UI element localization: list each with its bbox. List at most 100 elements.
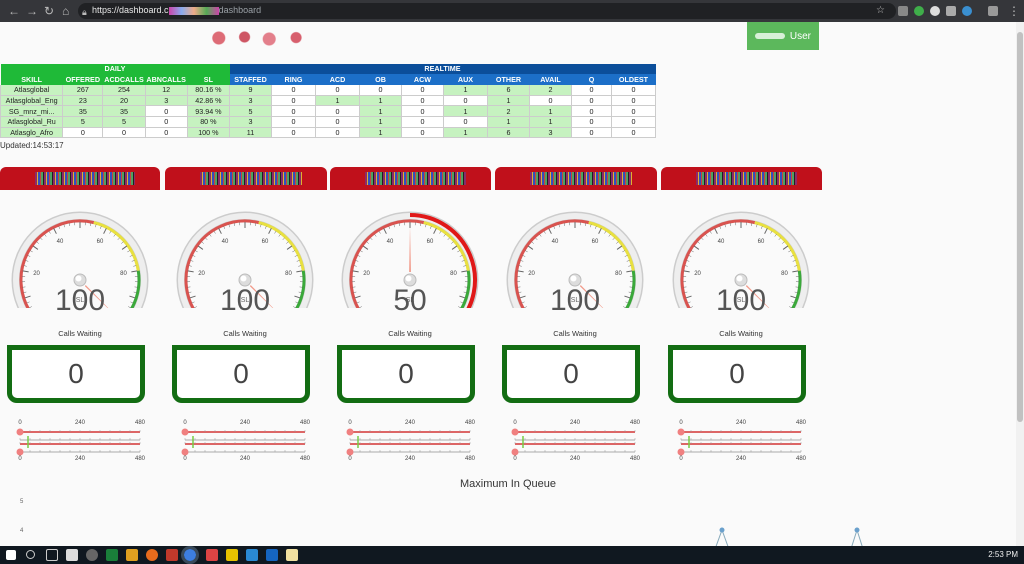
- slider-handle: [16, 448, 24, 456]
- gauge-tick-label: 60: [758, 239, 765, 245]
- gauge-tick-label: 80: [285, 271, 292, 277]
- slider-tick-label: 240: [75, 456, 86, 462]
- forward-icon[interactable]: →: [26, 3, 38, 19]
- slider-tick-label: 480: [135, 456, 146, 462]
- table-cell: 1: [359, 115, 402, 128]
- brave-icon[interactable]: [206, 549, 218, 561]
- table-cell: 0: [571, 126, 612, 139]
- column-header-offered: OFFERED: [62, 74, 103, 85]
- profile-icon[interactable]: [988, 6, 998, 16]
- skill-name-cell: Atlasglobal: [0, 84, 64, 96]
- table-cell: 1: [443, 84, 488, 96]
- app-icon[interactable]: [86, 549, 98, 561]
- task-view-icon[interactable]: [46, 549, 58, 561]
- slider-tick-label: 240: [405, 456, 416, 462]
- skill-banner: [165, 167, 327, 190]
- scrollbar-thumb[interactable]: [1017, 32, 1023, 422]
- table-cell: 0: [529, 94, 572, 107]
- firefox-icon[interactable]: [146, 549, 158, 561]
- table-cell: 3: [229, 115, 272, 128]
- app-icon[interactable]: [246, 549, 258, 561]
- sl-value: 100: [54, 284, 106, 317]
- reload-icon[interactable]: ↻: [44, 3, 54, 19]
- slider-tick-label: 0: [348, 420, 352, 426]
- threshold-sliders: 0 0 240 240 480 480: [511, 420, 641, 462]
- calls-waiting-box: 0: [502, 345, 640, 403]
- extension-icon[interactable]: [946, 6, 956, 16]
- table-cell: 0: [315, 115, 360, 128]
- table-cell: 0: [401, 84, 444, 96]
- table-cell: 3: [529, 126, 572, 139]
- table-cell: 0: [401, 94, 444, 107]
- back-icon[interactable]: ←: [8, 3, 20, 19]
- table-cell: 0: [401, 115, 444, 128]
- extension-circle-icon[interactable]: [930, 6, 940, 16]
- skill-banner: [661, 167, 822, 190]
- notepad-icon[interactable]: [286, 549, 298, 561]
- threshold-sliders: 0 0 240 240 480 480: [16, 420, 146, 462]
- table-cell: 0: [144, 105, 188, 117]
- slider-tick-label: 0: [679, 456, 683, 462]
- user-button[interactable]: User: [747, 22, 819, 50]
- windows-taskbar: 2:53 PM: [0, 546, 1024, 564]
- table-cell: 23: [62, 94, 104, 107]
- table-cell: 0: [401, 105, 444, 117]
- skill-banner: [495, 167, 657, 190]
- table-cell: 80.16 %: [186, 84, 231, 96]
- slider-tick-label: 0: [679, 420, 683, 426]
- mail-icon[interactable]: [66, 549, 78, 561]
- gauge-tick-label: 20: [33, 271, 40, 277]
- table-cell: 6: [487, 126, 530, 139]
- gauge-tick-label: 80: [450, 271, 457, 277]
- sl-value: 100: [549, 284, 601, 317]
- dashboard-page: User DAILY REALTIME SKILL OFFERED ACDCALLS…: [0, 22, 1016, 546]
- calls-waiting-box: 0: [7, 345, 145, 403]
- gauge-tick-label: 20: [694, 271, 701, 277]
- start-icon[interactable]: [6, 550, 16, 560]
- gauge-tick-label: 80: [120, 271, 127, 277]
- gauge-tick-label: 20: [363, 271, 370, 277]
- slider-tick-label: 480: [300, 420, 311, 426]
- app-icon[interactable]: [166, 549, 178, 561]
- table-row: Atlasglo_Afro 0 0 0 100 % 11 0 0 1 0 1 6 3 0 0: [0, 126, 656, 139]
- table-cell: 0: [271, 115, 316, 128]
- table-cell: 0: [271, 84, 316, 96]
- gauge-tick-label: 60: [97, 239, 104, 245]
- home-icon[interactable]: ⌂: [62, 3, 69, 19]
- skill-name-cell: Atlasglobal_Eng: [0, 94, 64, 107]
- outlook-icon[interactable]: [266, 549, 278, 561]
- table-cell: 0: [359, 84, 402, 96]
- folder-icon[interactable]: [126, 549, 138, 561]
- slider-tick-label: 240: [736, 420, 747, 426]
- bookmark-star-icon[interactable]: ☆: [876, 3, 885, 19]
- slider-handle: [346, 448, 354, 456]
- calls-waiting-label: Calls Waiting: [719, 329, 763, 338]
- slider-tick-label: 480: [630, 420, 641, 426]
- slider-tick-label: 0: [513, 420, 517, 426]
- menu-dots-icon[interactable]: ⋮: [1008, 3, 1020, 19]
- slider-handle: [511, 428, 519, 436]
- skill-name-cell: SG_mnz_mi...: [0, 105, 64, 117]
- table-cell: 1: [487, 94, 530, 107]
- column-header-row: SKILL OFFERED ACDCALLS ABNCALLS SL STAFFED RIN…: [0, 74, 656, 85]
- slider-tick-label: 0: [183, 456, 187, 462]
- table-row: Atlasglobal_Ru 5 5 0 80 % 3 0 0 1 0 0 1 1 0 0: [0, 115, 656, 128]
- search-icon[interactable]: [26, 550, 35, 559]
- sticky-notes-icon[interactable]: [226, 549, 238, 561]
- gauge-tick-label: 40: [222, 239, 229, 245]
- shield-extension-icon[interactable]: [914, 6, 924, 16]
- skill-name-cell: Atlasglobal_Ru: [0, 115, 64, 128]
- calls-waiting-label: Calls Waiting: [553, 329, 597, 338]
- column-header-ring: RING: [271, 74, 316, 85]
- chrome-icon[interactable]: [181, 546, 199, 564]
- queue-data-point: [854, 527, 860, 533]
- table-cell: 5: [229, 105, 272, 117]
- app-icon[interactable]: [106, 549, 118, 561]
- column-header-oldest: OLDEST: [611, 74, 656, 85]
- extension-gear-icon[interactable]: [962, 6, 972, 16]
- extension-icon[interactable]: [898, 6, 908, 16]
- slider-tick-label: 0: [18, 456, 22, 462]
- table-cell: 0: [571, 115, 612, 128]
- column-header-q: Q: [571, 74, 612, 85]
- updated-timestamp: Updated:14:53:17: [0, 141, 64, 150]
